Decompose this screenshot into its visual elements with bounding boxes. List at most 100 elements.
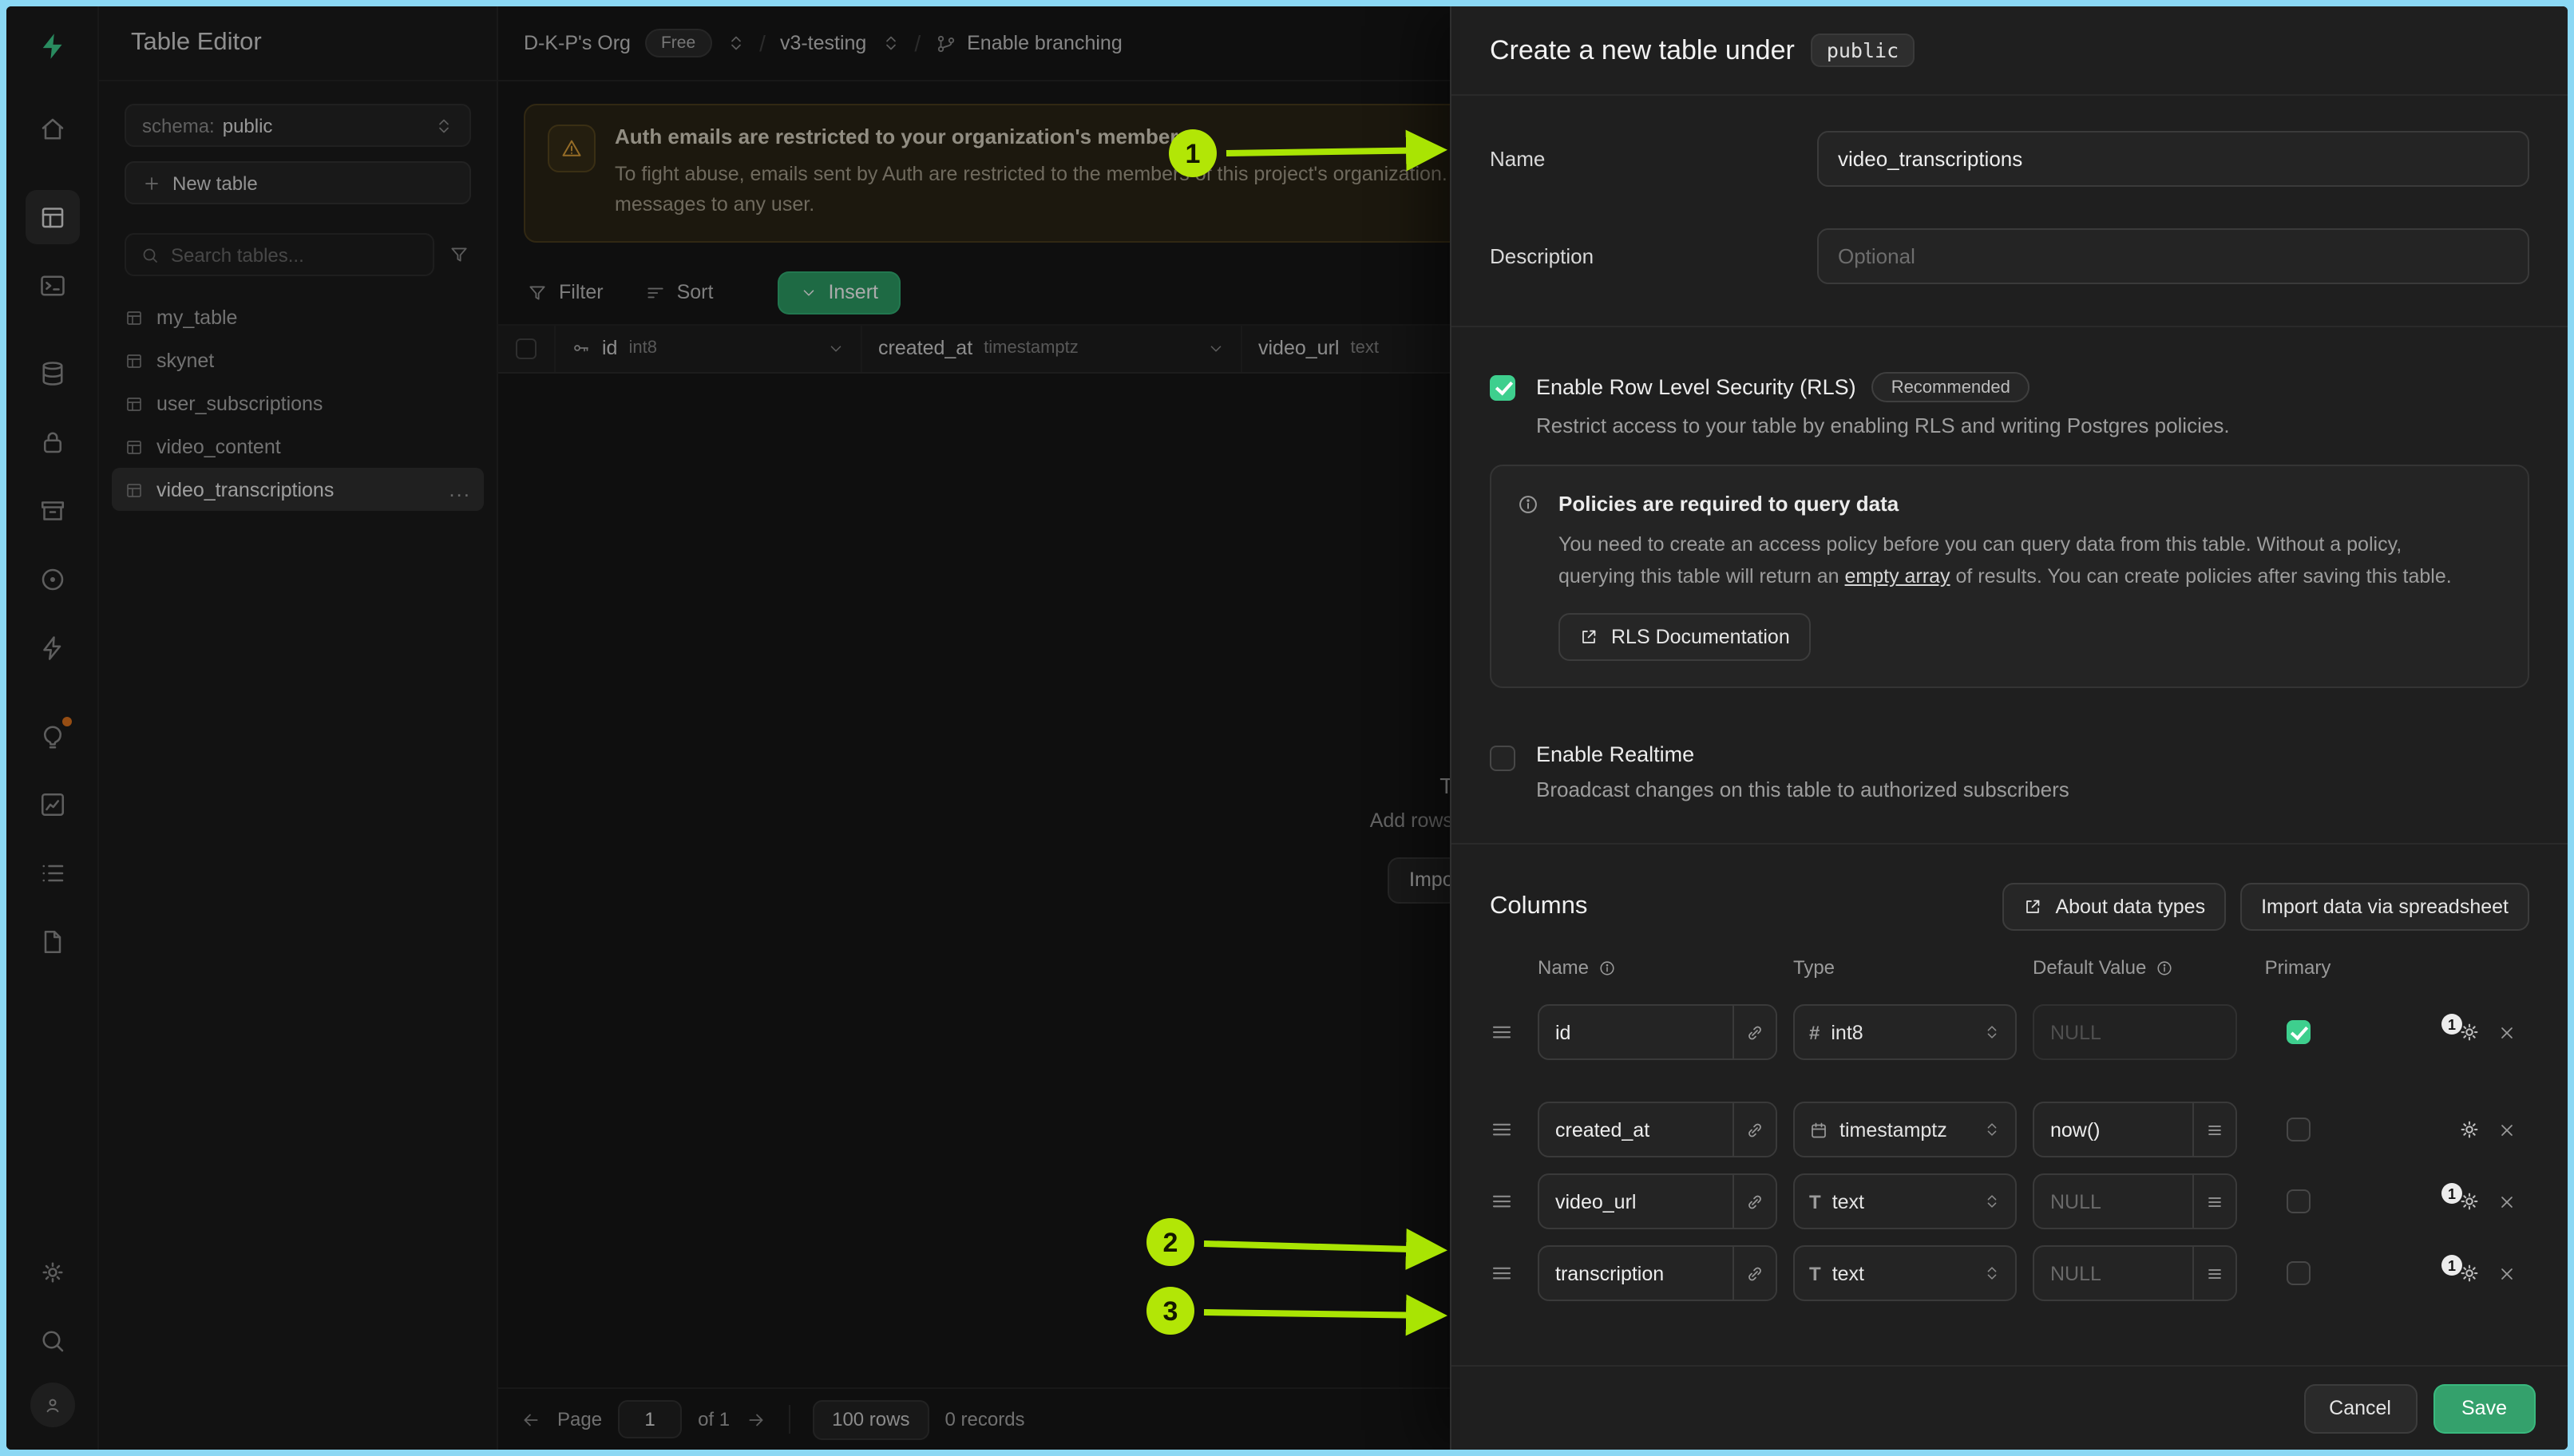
about-data-types-button[interactable]: About data types xyxy=(2002,883,2226,931)
primary-checkbox[interactable] xyxy=(2286,1118,2310,1141)
column-type-value: timestamptz xyxy=(1839,1118,1972,1141)
column-default-input[interactable] xyxy=(2034,1175,2192,1228)
panel-body: Name Description Enable Row Leve xyxy=(1451,96,2568,1365)
column-settings-button[interactable]: 1 xyxy=(2457,1020,2481,1044)
info-icon xyxy=(2156,959,2173,976)
column-default-input[interactable] xyxy=(2034,1006,2235,1058)
settings-count-badge: 1 xyxy=(2441,1183,2462,1204)
column-default-group xyxy=(2033,1173,2237,1229)
remove-column-icon[interactable] xyxy=(2497,1120,2529,1139)
column-name-group xyxy=(1538,1004,1777,1060)
rls-checkbox[interactable] xyxy=(1490,375,1515,401)
column-default-group xyxy=(2033,1004,2237,1060)
foreign-key-link-icon[interactable] xyxy=(1732,1006,1776,1058)
settings-count-badge: 1 xyxy=(2441,1255,2462,1276)
default-value-menu-icon[interactable] xyxy=(2192,1103,2235,1156)
rls-documentation-button[interactable]: RLS Documentation xyxy=(1558,613,1811,661)
name-label: Name xyxy=(1490,147,1817,171)
columns-header-primary: Primary xyxy=(2265,956,2331,979)
info-icon xyxy=(1598,959,1616,976)
external-link-icon xyxy=(2023,897,2042,916)
create-table-panel: Create a new table under public Name Des… xyxy=(1450,6,2568,1450)
settings-count-badge: 1 xyxy=(2441,1014,2462,1035)
column-name-input[interactable] xyxy=(1539,1103,1732,1156)
about-data-types-label: About data types xyxy=(2055,896,2205,918)
calendar-icon xyxy=(1809,1120,1828,1139)
empty-array-link[interactable]: empty array xyxy=(1845,565,1950,588)
chevrons-updown-icon xyxy=(1983,1121,2001,1138)
column-default-group xyxy=(2033,1102,2237,1157)
rls-info-line1: You need to create an access policy befo… xyxy=(1558,533,2402,556)
text-type-icon: T xyxy=(1809,1262,1821,1284)
realtime-label: Enable Realtime xyxy=(1536,742,2069,766)
chevrons-updown-icon xyxy=(1983,1264,2001,1282)
default-value-menu-icon[interactable] xyxy=(2192,1175,2235,1228)
columns-header-name: Name xyxy=(1538,956,1589,979)
remove-column-icon[interactable] xyxy=(2497,1264,2529,1283)
external-link-icon xyxy=(1579,627,1598,647)
hash-icon: # xyxy=(1809,1021,1820,1043)
column-type-select[interactable]: # int8 xyxy=(1793,1004,2017,1060)
column-row-video-url: T text 1 xyxy=(1490,1173,2529,1229)
foreign-key-link-icon[interactable] xyxy=(1732,1175,1776,1228)
column-row-id: # int8 1 xyxy=(1490,1004,2529,1060)
primary-checkbox[interactable] xyxy=(2286,1189,2310,1213)
column-type-select[interactable]: T text xyxy=(1793,1245,2017,1301)
column-settings-button[interactable] xyxy=(2457,1118,2481,1141)
panel-header: Create a new table under public xyxy=(1451,6,2568,96)
column-type-select[interactable]: timestamptz xyxy=(1793,1102,2017,1157)
column-settings-button[interactable]: 1 xyxy=(2457,1261,2481,1285)
remove-column-icon[interactable] xyxy=(2497,1023,2529,1042)
remove-column-icon[interactable] xyxy=(2497,1192,2529,1211)
realtime-checkbox[interactable] xyxy=(1490,746,1515,771)
cancel-button[interactable]: Cancel xyxy=(2303,1383,2417,1433)
columns-section: Columns About data types Import data via… xyxy=(1451,845,2568,1301)
column-type-select[interactable]: T text xyxy=(1793,1173,2017,1229)
columns-title: Columns xyxy=(1490,892,1587,921)
app-window: Table Editor schema: public New table xyxy=(6,6,2568,1450)
drag-handle-icon[interactable] xyxy=(1490,1189,1522,1213)
schema-chip: public xyxy=(1811,34,1915,67)
table-name-input[interactable] xyxy=(1817,131,2529,187)
columns-header-default: Default Value xyxy=(2033,956,2146,979)
rls-info-line2-pre: querying this table will return an xyxy=(1558,565,1845,588)
screenshot-frame: Table Editor schema: public New table xyxy=(0,0,2574,1456)
gear-icon xyxy=(2457,1118,2481,1141)
column-default-input[interactable] xyxy=(2034,1247,2192,1300)
column-type-value: text xyxy=(1832,1262,1972,1284)
drag-handle-icon[interactable] xyxy=(1490,1118,1522,1141)
recommended-badge: Recommended xyxy=(1872,372,2030,402)
text-type-icon: T xyxy=(1809,1190,1821,1213)
column-name-input[interactable] xyxy=(1539,1247,1732,1300)
column-name-input[interactable] xyxy=(1539,1175,1732,1228)
drag-handle-icon[interactable] xyxy=(1490,1020,1522,1044)
column-name-input[interactable] xyxy=(1539,1006,1732,1058)
foreign-key-link-icon[interactable] xyxy=(1732,1103,1776,1156)
rls-info-line2-post: of results. You can create policies afte… xyxy=(1950,565,2452,588)
column-name-group xyxy=(1538,1245,1777,1301)
table-description-input[interactable] xyxy=(1817,228,2529,284)
primary-checkbox[interactable] xyxy=(2286,1020,2310,1044)
realtime-subtitle: Broadcast changes on this table to autho… xyxy=(1536,777,2069,801)
column-settings-button[interactable]: 1 xyxy=(2457,1189,2481,1213)
column-default-group xyxy=(2033,1245,2237,1301)
foreign-key-link-icon[interactable] xyxy=(1732,1247,1776,1300)
rls-info-text: You need to create an access policy befo… xyxy=(1558,528,2452,592)
column-default-input[interactable] xyxy=(2034,1103,2192,1156)
rls-label: Enable Row Level Security (RLS) xyxy=(1536,375,1856,399)
primary-checkbox[interactable] xyxy=(2286,1261,2310,1285)
save-button[interactable]: Save xyxy=(2433,1383,2536,1433)
drag-handle-icon[interactable] xyxy=(1490,1261,1522,1285)
description-label: Description xyxy=(1490,244,1817,268)
rls-subtitle: Restrict access to your table by enablin… xyxy=(1536,413,2230,437)
column-row-created-at: timestamptz xyxy=(1490,1102,2529,1157)
default-value-menu-icon[interactable] xyxy=(2192,1247,2235,1300)
rls-info-title: Policies are required to query data xyxy=(1558,492,2452,516)
info-icon xyxy=(1517,493,1539,516)
import-spreadsheet-label: Import data via spreadsheet xyxy=(2261,896,2509,918)
rls-documentation-label: RLS Documentation xyxy=(1611,626,1790,648)
columns-header-row: Name Type Default Value Primary xyxy=(1490,956,2529,979)
column-row-transcription: T text 1 xyxy=(1490,1245,2529,1301)
column-type-value: text xyxy=(1832,1190,1972,1213)
import-spreadsheet-button[interactable]: Import data via spreadsheet xyxy=(2240,883,2529,931)
